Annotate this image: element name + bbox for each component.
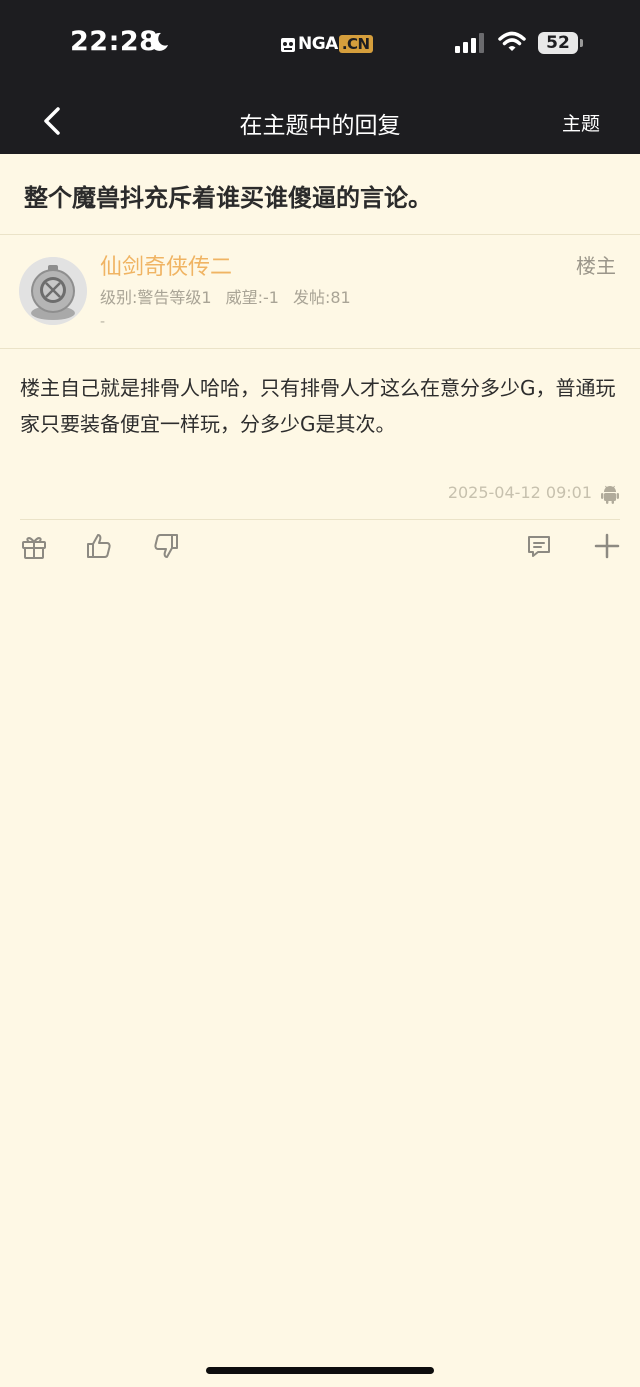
- status-bar: 22:28 NGA .CN 52: [0, 0, 640, 88]
- plus-icon[interactable]: [593, 532, 621, 560]
- status-time: 22:28: [70, 26, 159, 57]
- user-prestige: 威望:-1: [225, 288, 279, 307]
- user-post-count: 发帖:81: [292, 288, 351, 307]
- user-signature: -: [100, 314, 106, 330]
- comment-icon[interactable]: [525, 532, 553, 560]
- paw-icon: [281, 38, 295, 52]
- battery-level: 52: [538, 32, 578, 54]
- gift-icon[interactable]: [20, 532, 48, 560]
- thumbs-up-icon[interactable]: [85, 532, 113, 560]
- username[interactable]: 仙剑奇侠传二: [100, 249, 232, 281]
- navigation-bar: 在主题中的回复 主题: [0, 88, 640, 154]
- moon-icon: [150, 32, 168, 51]
- topic-link[interactable]: 主题: [562, 109, 600, 136]
- post-content: 楼主自己就是排骨人哈哈，只有排骨人才这么在意分多少G，普通玩家只要装备便宜一样玩…: [20, 376, 616, 436]
- avatar[interactable]: [19, 257, 87, 325]
- top-bar: 22:28 NGA .CN 52 在主题中的回复 主题: [0, 0, 640, 154]
- cellular-signal-icon: [455, 33, 484, 53]
- logo-text: NGA: [298, 34, 338, 54]
- diving-helmet-avatar-icon: [19, 257, 87, 325]
- divider: [0, 348, 640, 349]
- thread-title: 整个魔兽抖充斥着谁买谁傻逼的言论。: [24, 184, 432, 212]
- user-level: 级别:警告等级1: [100, 288, 212, 307]
- wifi-icon: [498, 31, 526, 51]
- divider: [20, 519, 620, 520]
- nga-logo: NGA .CN: [280, 34, 373, 54]
- post-timestamp: 2025-04-12 09:01: [447, 483, 592, 502]
- logo-suffix: .CN: [338, 35, 373, 53]
- android-icon: [601, 485, 619, 504]
- divider: [0, 234, 640, 235]
- page-title: 在主题中的回复: [239, 113, 401, 139]
- op-badge: 楼主: [576, 254, 616, 278]
- home-indicator[interactable]: [206, 1367, 434, 1374]
- battery-tip: [580, 39, 583, 47]
- thumbs-down-icon[interactable]: [152, 532, 180, 560]
- user-stats: 级别:警告等级1 威望:-1 发帖:81: [100, 284, 365, 308]
